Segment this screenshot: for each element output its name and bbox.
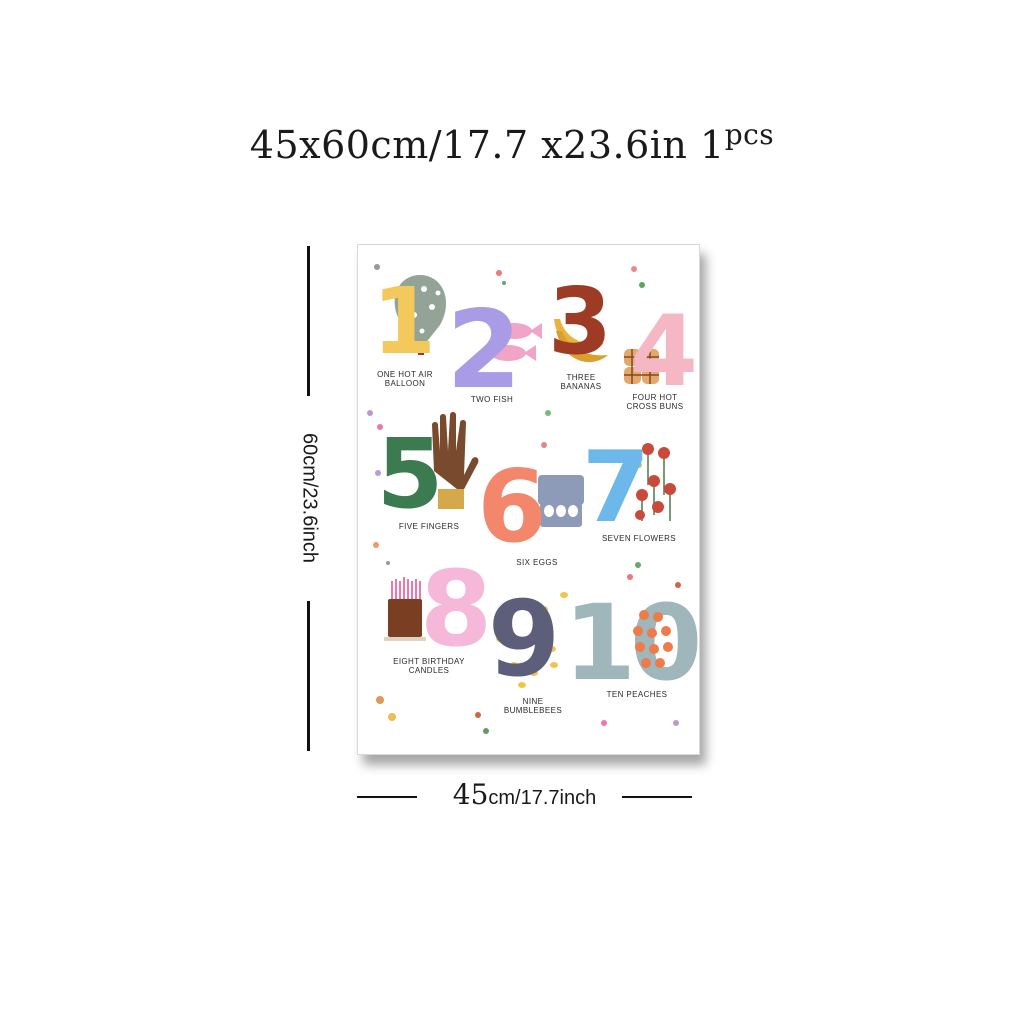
product-size-headline: 45x60cm/17.7 x23.6in 1pcs	[0, 118, 1024, 167]
caption-5: FIVE FINGERS	[398, 522, 460, 531]
caption-1: ONE HOT AIR BALLOON	[377, 370, 433, 388]
numeral-4: 4	[630, 295, 698, 409]
caption-4: FOUR HOT CROSS BUNS	[626, 393, 684, 411]
caption-7: SEVEN FLOWERS	[601, 534, 677, 543]
size-text: 45x60cm/17.7 x23.6in	[249, 123, 688, 167]
numeral-9: 9	[488, 578, 560, 700]
height-label: 60cm/23.6inch	[297, 426, 321, 570]
caption-8: EIGHT BIRTHDAY CANDLES	[393, 657, 465, 675]
caption-6: SIX EGGS	[516, 558, 558, 567]
width-label: 45cm/17.7inch	[446, 777, 603, 811]
poster-illustration: 1 2 3 4 5 6 7 8 9 10	[367, 264, 699, 734]
numeral-8: 8	[420, 548, 492, 670]
width-number: 45	[452, 777, 489, 811]
width-unit: cm/17.7inch	[488, 786, 597, 809]
width-line-right	[622, 796, 692, 798]
caption-10: TEN PEACHES	[606, 690, 668, 699]
number-poster: 1 2 3 4 5 6 7 8 9 10 ONE HOT AIR BALLOON …	[357, 244, 700, 755]
caption-9: NINE BUMBLEBEES	[503, 697, 563, 715]
caption-3: THREE BANANAS	[560, 373, 602, 391]
caption-2: TWO FISH	[470, 395, 514, 404]
piece-unit: pcs	[724, 118, 775, 151]
height-dimension-marker: 60cm/23.6inch	[297, 246, 321, 751]
numeral-1: 1	[372, 268, 436, 375]
width-dimension-marker: 45cm/17.7inch	[357, 777, 692, 811]
height-line-bottom	[307, 601, 310, 751]
numeral-7: 7	[582, 431, 650, 545]
numeral-10: 10	[564, 582, 698, 704]
width-line-left	[357, 796, 417, 798]
piece-count: 1	[700, 123, 725, 167]
height-line-top	[307, 246, 310, 396]
numeral-5: 5	[377, 418, 444, 530]
numeral-3: 3	[548, 268, 612, 375]
